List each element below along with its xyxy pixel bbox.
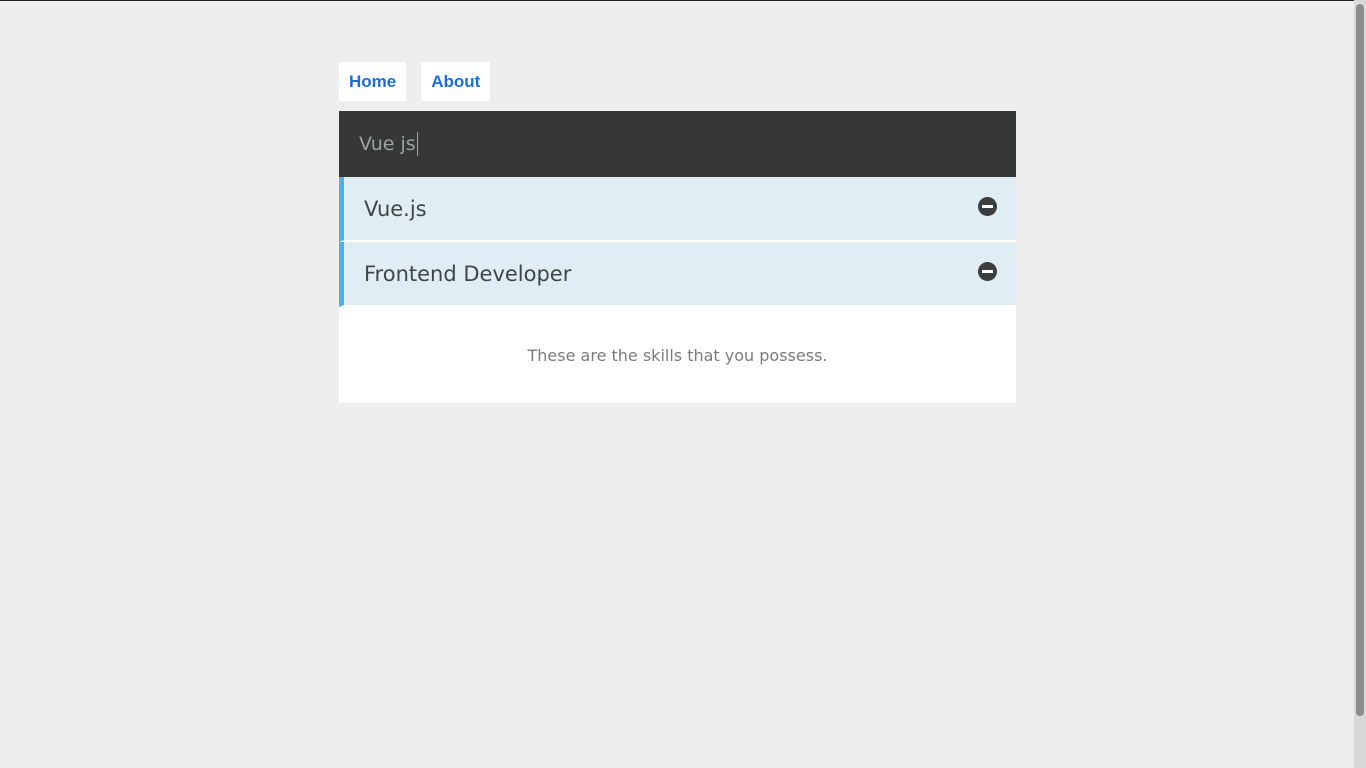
app-container: Home About Vue js Vue.js Frontend Develo… xyxy=(339,62,1016,403)
main-nav: Home About xyxy=(339,62,1016,101)
nav-link-home[interactable]: Home xyxy=(339,62,407,101)
skills-footer-text: These are the skills that you possess. xyxy=(527,345,828,365)
scrollbar-thumb[interactable] xyxy=(1356,4,1364,716)
skill-input-value: Vue js xyxy=(359,133,416,155)
scrollbar[interactable] xyxy=(1354,0,1366,768)
skill-list-item: Frontend Developer xyxy=(339,242,1016,307)
text-cursor xyxy=(416,132,418,156)
skill-label: Frontend Developer xyxy=(364,261,572,286)
skills-footer: These are the skills that you possess. xyxy=(339,307,1016,403)
skill-input[interactable]: Vue js xyxy=(339,111,1016,177)
skill-list-item: Vue.js xyxy=(339,177,1016,242)
nav-link-about[interactable]: About xyxy=(421,62,491,101)
skill-label: Vue.js xyxy=(364,196,427,221)
minus-circle-icon[interactable] xyxy=(978,197,997,216)
minus-circle-icon[interactable] xyxy=(978,262,997,281)
top-border xyxy=(0,0,1354,1)
